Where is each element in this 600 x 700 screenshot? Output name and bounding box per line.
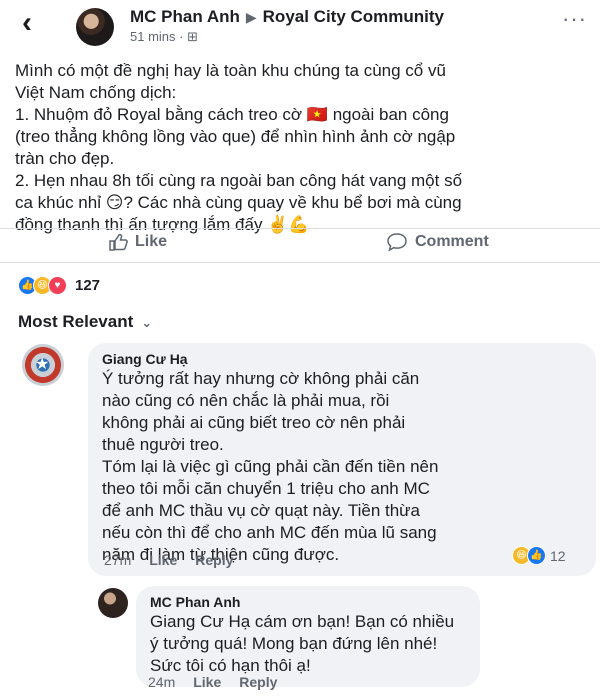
thumbs-up-icon [109,233,128,251]
reaction-summary[interactable]: 👍 😆 ♥ 127 [18,276,100,295]
comment-line: nào cũng có nên chắc là phải mua, rồi [102,391,390,410]
like-label: Like [135,233,168,250]
post-line: 1. Nhuộm đỏ Royal bằng cách treo cờ 🇻🇳 n… [15,105,449,124]
post-time[interactable]: 51 mins [130,29,176,44]
divider [0,262,600,263]
more-options-icon[interactable]: ··· [562,6,587,32]
comment-line: Ý tưởng rất hay nhưng cờ không phải căn [102,369,420,388]
comment-line: thuê người treo. [102,435,224,454]
star-icon: ★ [35,356,50,373]
comment-reaction-count: 12 [550,547,566,564]
comment-line: theo tôi mỗi căn chuyển 1 triệu cho anh … [102,479,430,498]
love-reaction-icon: ♥ [48,276,67,295]
comment-reactions[interactable]: 😆 👍 12 [512,546,566,565]
chevron-down-icon: ⌄ [141,315,153,330]
post-line: tràn cho đẹp. [15,149,115,168]
comment-bubble-icon [387,233,407,252]
comment-bubble: Giang Cư Hạ Ý tưởng rất hay nhưng cờ khô… [88,343,596,576]
avatar[interactable] [98,588,128,618]
comment-meta: 27m Like Reply [104,552,233,568]
post-line: 2. Hẹn nhau 8h tối cùng ra ngoài ban côn… [15,171,463,190]
comment-line: để anh MC thầu vụ cờ quạt này. Tiền thừa [102,501,421,520]
reply-bubble: MC Phan Anh Giang Cư Hạ cám ơn bạn! Bạn … [136,586,480,687]
arrow-right-icon: ▶ [245,9,257,25]
comment-author[interactable]: Giang Cư Hạ [102,351,582,368]
post-line: (treo thẳng không lồng vào que) để nhìn … [15,127,456,146]
post-line: ca khúc nhỉ 😏? Các nhà cùng quay về khu … [15,193,462,212]
comment-like-button[interactable]: Like [193,674,221,690]
post-author-line: MC Phan Anh ▶ Royal City Community [130,7,444,27]
comment-author[interactable]: MC Phan Anh [150,594,466,611]
sort-label: Most Relevant [18,312,134,331]
comment-line: nếu còn thì để cho anh MC đến mùa lũ san… [102,523,437,542]
post-meta: 51 mins · ⊞ [130,29,198,45]
post-actions: Like Comment [0,228,600,262]
comment-label: Comment [415,233,489,250]
comment-line: không phải ai cũng biết treo cờ nên phải [102,413,406,432]
comment-meta: 24m Like Reply [148,674,277,690]
like-button[interactable]: Like [108,232,167,252]
avatar[interactable] [76,8,114,46]
author-name[interactable]: MC Phan Anh [130,7,240,26]
comment-reply-button[interactable]: Reply [195,552,233,568]
reaction-count: 127 [75,277,101,294]
group-name[interactable]: Royal City Community [263,7,444,26]
post-line: Việt Nam chống dịch: [15,83,177,102]
like-reaction-icon: 👍 [527,546,546,565]
post-line: Mình có một đề nghị hay là toàn khu chún… [15,61,446,80]
post-text: Mình có một đề nghị hay là toàn khu chún… [15,60,585,236]
group-icon: ⊞ [187,29,199,44]
comment-reply-button[interactable]: Reply [239,674,277,690]
comment-button[interactable]: Comment [386,232,489,252]
comment-time[interactable]: 27m [104,552,131,568]
comment-time[interactable]: 24m [148,674,175,690]
chevron-left-icon[interactable]: ‹ [22,8,32,38]
comment-line: Giang Cư Hạ cám ơn bạn! Bạn có nhiều [150,612,455,631]
comment-like-button[interactable]: Like [149,552,177,568]
comment-line: ý tưởng quá! Mong bạn đứng lên nhé! [150,634,438,653]
dot-separator: · [179,29,188,44]
comment-line: Tóm lại là việc gì cũng phải cần đến tiề… [102,457,439,476]
sort-dropdown[interactable]: Most Relevant ⌄ [18,312,152,332]
post-header: ‹ MC Phan Anh ▶ Royal City Community 51 mi… [0,0,600,50]
